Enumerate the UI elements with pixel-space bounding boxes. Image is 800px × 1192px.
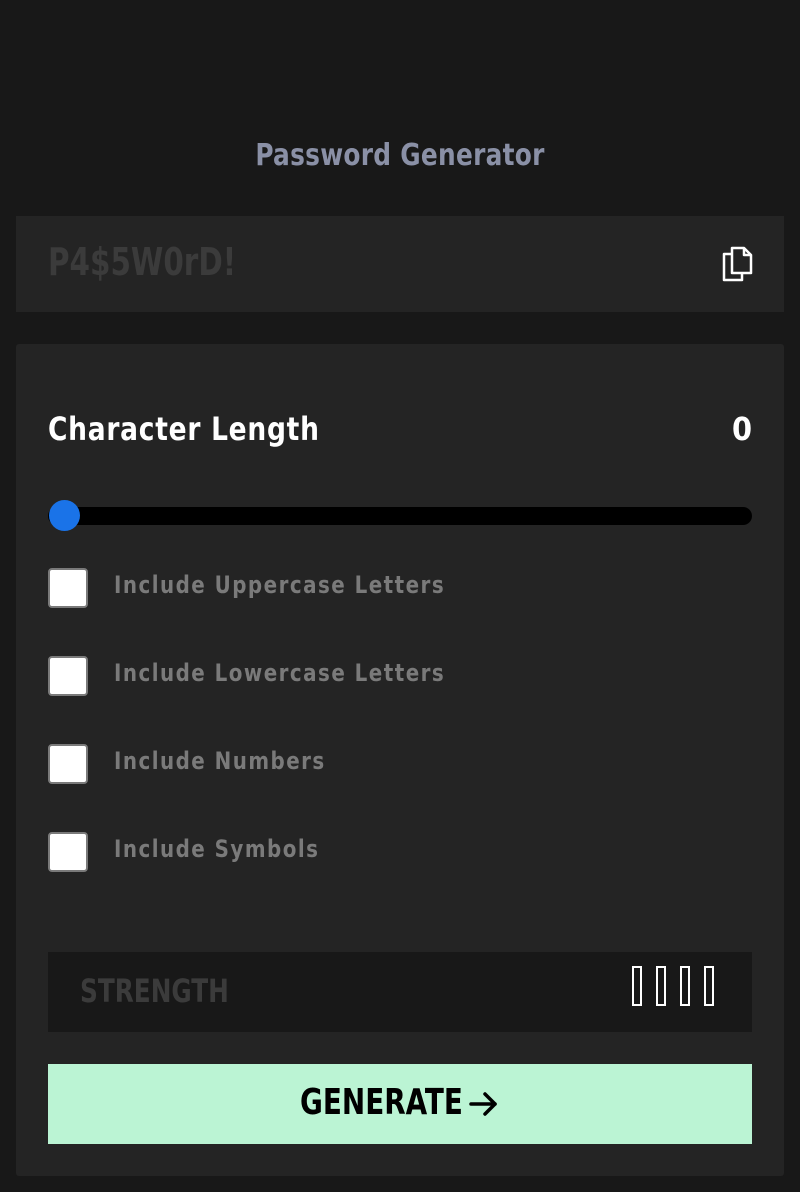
password-generator-app: Password Generator P4$5W0rD! Character L… [0, 0, 800, 1192]
password-display: P4$5W0rD! [48, 240, 237, 284]
numbers-label: Include Numbers [114, 747, 326, 775]
option-uppercase[interactable]: Include Uppercase Letters [48, 568, 648, 608]
generate-label: GENERATE [300, 1082, 463, 1123]
symbols-checkbox[interactable] [48, 832, 88, 872]
page-title: Password Generator [255, 138, 545, 173]
copy-button[interactable] [720, 246, 754, 282]
strength-bar [656, 966, 666, 1006]
strength-bar [704, 966, 714, 1006]
settings-panel: Character Length 0 Include Uppercase Let… [16, 344, 784, 1176]
numbers-checkbox[interactable] [48, 744, 88, 784]
option-lowercase[interactable]: Include Lowercase Letters [48, 656, 648, 696]
generate-button[interactable]: GENERATE [48, 1064, 752, 1144]
symbols-label: Include Symbols [114, 835, 320, 863]
uppercase-label: Include Uppercase Letters [114, 571, 446, 599]
slider-thumb[interactable] [49, 500, 80, 531]
lowercase-label: Include Lowercase Letters [114, 659, 446, 687]
copy-icon [722, 246, 753, 282]
password-output: P4$5W0rD! [16, 216, 784, 312]
strength-label: STRENGTH [80, 972, 229, 1010]
option-numbers[interactable]: Include Numbers [48, 744, 648, 784]
length-slider[interactable] [48, 499, 752, 531]
strength-meter: STRENGTH [48, 952, 752, 1032]
uppercase-checkbox[interactable] [48, 568, 88, 608]
strength-bar [680, 966, 690, 1006]
lowercase-checkbox[interactable] [48, 656, 88, 696]
slider-track [48, 507, 752, 525]
character-length-label: Character Length [48, 410, 320, 448]
arrow-right-icon [469, 1092, 497, 1116]
strength-bar [632, 966, 642, 1006]
character-length-value: 0 [731, 410, 752, 448]
option-symbols[interactable]: Include Symbols [48, 832, 648, 872]
